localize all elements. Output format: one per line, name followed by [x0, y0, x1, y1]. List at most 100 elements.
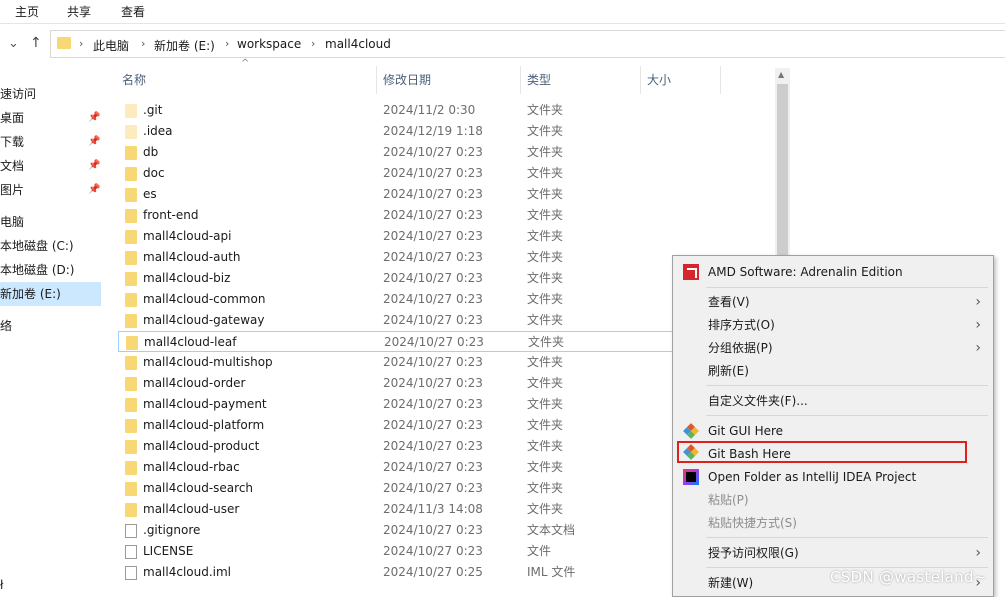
file-row[interactable]: es 2024/10/27 0:23 文件夹 — [118, 184, 676, 205]
chevron-right-icon[interactable]: › — [225, 37, 229, 50]
menu-item-label: 查看(V) — [708, 295, 750, 309]
chevron-right-icon[interactable]: › — [79, 37, 83, 50]
file-row[interactable]: doc 2024/10/27 0:23 文件夹 — [118, 163, 676, 184]
menu-item-group-by[interactable]: 分组依据(P) › — [675, 337, 991, 359]
folder-icon — [125, 377, 137, 391]
file-row[interactable]: mall4cloud-multishop 2024/10/27 0:23 文件夹 — [118, 352, 676, 373]
file-row[interactable]: db 2024/10/27 0:23 文件夹 — [118, 142, 676, 163]
menu-item-label: 分组依据(P) — [708, 341, 773, 355]
column-divider[interactable] — [640, 66, 641, 94]
column-header-name[interactable]: 名称 — [122, 66, 146, 94]
tab-view[interactable]: 查看 — [121, 3, 145, 20]
file-row[interactable]: .idea 2024/12/19 1:18 文件夹 — [118, 121, 676, 142]
nav-item-label: 下载 — [0, 135, 25, 149]
column-divider[interactable] — [520, 66, 521, 94]
nav-item-drive-e[interactable]: 新加卷 (E:) — [0, 282, 101, 306]
column-divider[interactable] — [720, 66, 721, 94]
file-name: front-end — [143, 208, 199, 222]
address-bar[interactable]: › 此电脑 › 新加卷 (E:) › workspace › mall4clou… — [50, 30, 1005, 58]
up-arrow-icon[interactable]: ↑ — [30, 35, 42, 51]
file-type: 文件夹 — [527, 481, 564, 495]
menu-item-customize-folder[interactable]: 自定义文件夹(F)... — [675, 390, 991, 412]
file-row[interactable]: mall4cloud-api 2024/10/27 0:23 文件夹 — [118, 226, 676, 247]
file-row[interactable]: mall4cloud-user 2024/11/3 14:08 文件夹 — [118, 499, 676, 520]
menu-item-git-gui-here[interactable]: Git GUI Here — [675, 420, 991, 442]
file-row[interactable]: mall4cloud-common 2024/10/27 0:23 文件夹 — [118, 289, 676, 310]
nav-item-downloads[interactable]: 下载 📌 — [0, 130, 101, 154]
file-date: 2024/10/27 0:23 — [383, 313, 483, 327]
menu-item-open-intellij[interactable]: Open Folder as IntelliJ IDEA Project — [675, 466, 991, 488]
file-row[interactable]: LICENSE 2024/10/27 0:23 文件 — [118, 541, 676, 562]
nav-item-drive-c[interactable]: 本地磁盘 (C:) — [0, 234, 101, 258]
column-divider[interactable] — [376, 66, 377, 94]
file-row[interactable]: front-end 2024/10/27 0:23 文件夹 — [118, 205, 676, 226]
nav-item-label: 文档 — [0, 159, 25, 173]
file-date: 2024/10/27 0:25 — [383, 565, 483, 579]
breadcrumb-workspace[interactable]: workspace — [237, 37, 301, 51]
column-header-date[interactable]: 修改日期 — [383, 66, 431, 94]
file-row[interactable]: mall4cloud-product 2024/10/27 0:23 文件夹 — [118, 436, 676, 457]
chevron-right-icon[interactable]: › — [311, 37, 315, 50]
file-row[interactable]: .gitignore 2024/10/27 0:23 文本文档 — [118, 520, 676, 541]
nav-item-quick-access[interactable]: 速访问 — [0, 82, 101, 106]
breadcrumb-drive-e[interactable]: 新加卷 (E:) — [154, 37, 215, 54]
tab-home[interactable]: 主页 — [15, 3, 39, 20]
breadcrumb-this-pc[interactable]: 此电脑 — [93, 37, 129, 54]
menu-item-label: 新建(W) — [708, 576, 754, 590]
file-type: 文件夹 — [527, 208, 564, 222]
nav-item-drive-d[interactable]: 本地磁盘 (D:) — [0, 258, 101, 282]
menu-item-label: Open Folder as IntelliJ IDEA Project — [708, 470, 917, 484]
nav-item-pictures[interactable]: 图片 📌 — [0, 178, 101, 202]
file-date: 2024/10/27 0:23 — [383, 439, 483, 453]
folder-icon — [125, 146, 137, 160]
nav-item-desktop[interactable]: 桌面 📌 — [0, 106, 101, 130]
file-row[interactable]: .git 2024/11/2 0:30 文件夹 — [118, 100, 676, 121]
file-date: 2024/10/27 0:23 — [383, 229, 483, 243]
file-name: mall4cloud.iml — [143, 565, 232, 579]
file-name: mall4cloud-rbac — [143, 460, 240, 474]
column-header-size[interactable]: 大小 — [647, 66, 671, 94]
tab-share[interactable]: 共享 — [67, 3, 91, 20]
nav-item-documents[interactable]: 文档 📌 — [0, 154, 101, 178]
chevron-right-icon[interactable]: › — [141, 37, 145, 50]
scroll-up-icon[interactable]: ▲ — [778, 70, 784, 79]
menu-item-refresh[interactable]: 刷新(E) — [675, 360, 991, 382]
file-row[interactable]: mall4cloud-biz 2024/10/27 0:23 文件夹 — [118, 268, 676, 289]
file-row[interactable]: mall4cloud-rbac 2024/10/27 0:23 文件夹 — [118, 457, 676, 478]
scrollbar-thumb[interactable] — [777, 84, 788, 284]
folder-icon — [125, 251, 137, 265]
folder-icon — [125, 440, 137, 454]
menu-item-amd-software[interactable]: AMD Software: Adrenalin Edition — [675, 261, 991, 283]
nav-item-label: 络 — [0, 319, 13, 333]
nav-item-label: 新加卷 (E:) — [0, 287, 61, 301]
file-name: mall4cloud-platform — [143, 418, 265, 432]
breadcrumb-mall4cloud[interactable]: mall4cloud — [325, 37, 391, 51]
file-row[interactable]: mall4cloud-auth 2024/10/27 0:23 文件夹 — [118, 247, 676, 268]
menu-item-paste[interactable]: 粘贴(P) — [675, 489, 991, 511]
menu-item-label: Git GUI Here — [708, 424, 784, 438]
file-row[interactable]: mall4cloud-gateway 2024/10/27 0:23 文件夹 — [118, 310, 676, 331]
file-name: mall4cloud-gateway — [143, 313, 265, 327]
file-name: mall4cloud-search — [143, 481, 254, 495]
menu-item-git-bash-here[interactable]: Git Bash Here — [677, 441, 967, 463]
nav-item-this-pc[interactable]: 电脑 — [0, 210, 101, 234]
file-row[interactable]: mall4cloud.iml 2024/10/27 0:25 IML 文件 — [118, 562, 676, 583]
menu-item-paste-shortcut[interactable]: 粘贴快捷方式(S) — [675, 512, 991, 534]
folder-icon — [126, 336, 138, 350]
menu-item-sort-by[interactable]: 排序方式(O) › — [675, 314, 991, 336]
file-row[interactable]: mall4cloud-search 2024/10/27 0:23 文件夹 — [118, 478, 676, 499]
file-name: .gitignore — [143, 523, 201, 537]
menu-separator — [706, 287, 988, 288]
file-row[interactable]: mall4cloud-leaf 2024/10/27 0:23 文件夹 — [118, 331, 676, 352]
file-row[interactable]: mall4cloud-order 2024/10/27 0:23 文件夹 — [118, 373, 676, 394]
column-header-type[interactable]: 类型 — [527, 66, 551, 94]
menu-item-give-access[interactable]: 授予访问权限(G) › — [675, 542, 991, 564]
nav-item-network[interactable]: 络 — [0, 314, 101, 338]
file-row[interactable]: mall4cloud-payment 2024/10/27 0:23 文件夹 — [118, 394, 676, 415]
nav-item-label: 本地磁盘 (D:) — [0, 263, 75, 277]
menu-item-view[interactable]: 查看(V) › — [675, 291, 991, 313]
chevron-down-icon[interactable]: ⌄ — [8, 36, 19, 51]
file-row[interactable]: mall4cloud-platform 2024/10/27 0:23 文件夹 — [118, 415, 676, 436]
ribbon-tabs: 主页 共享 查看 — [0, 0, 1005, 24]
file-icon — [125, 566, 137, 580]
